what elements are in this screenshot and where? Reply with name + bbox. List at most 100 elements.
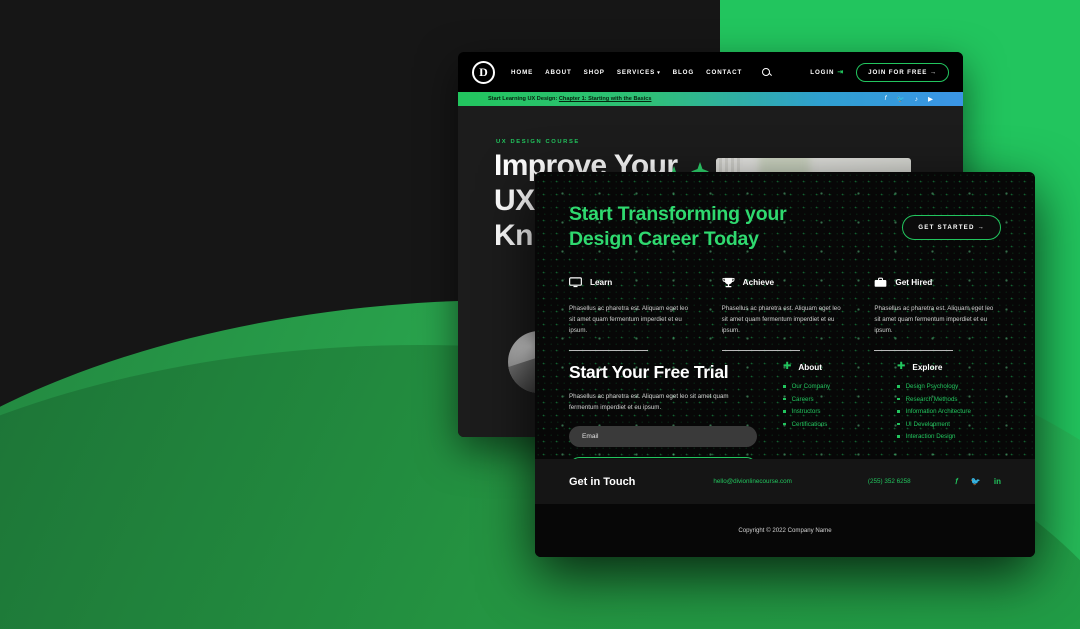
monitor-icon	[569, 277, 582, 288]
feature-achieve: Achieve Phasellus ac pharetra est. Aliqu…	[721, 277, 849, 351]
link-interaction-design[interactable]: Interaction Design	[906, 433, 956, 440]
list-item[interactable]: UI Development	[897, 421, 1001, 428]
bullet-icon	[783, 385, 786, 388]
bullet-icon	[897, 385, 900, 388]
website-preview-front: Start Transforming your Design Career To…	[535, 172, 1035, 557]
link-careers[interactable]: Careers	[792, 396, 814, 403]
bullet-icon	[783, 422, 786, 426]
link-column-about-list: Our Company Careers Instructors Certific…	[783, 383, 867, 428]
feature-achieve-body: Phasellus ac pharetra est. Aliquam eget …	[721, 305, 841, 334]
link-instructors[interactable]: Instructors	[792, 408, 821, 415]
link-design-psychology[interactable]: Design Psychology	[906, 383, 959, 390]
login-arrow-icon: ⇥	[837, 69, 845, 76]
list-item[interactable]: Research Methods	[897, 396, 1001, 403]
login-button[interactable]: LOGIN ⇥	[810, 68, 845, 77]
link-column-explore-title: Explore	[912, 362, 943, 372]
facebook-icon[interactable]: 𝑓	[955, 477, 958, 487]
announcement-social-links: 𝑓 🐦 ♪ ▶	[885, 95, 933, 103]
cta-section: Start Transforming your Design Career To…	[535, 202, 1035, 253]
nav-item-contact[interactable]: CONTACT	[706, 69, 742, 76]
main-navigation: HOME ABOUT SHOP SERVICES ▾ BLOG CONTACT	[511, 68, 771, 76]
contact-phone[interactable]: (255) 352 6258	[868, 478, 911, 485]
login-label: LOGIN	[810, 68, 835, 76]
announcement-prefix: Start Learning UX Design:	[488, 96, 559, 102]
tiktok-icon[interactable]: ♪	[915, 96, 918, 103]
feature-achieve-title: Achieve	[742, 278, 775, 287]
bullet-icon	[897, 435, 900, 438]
feature-achieve-divider	[721, 349, 801, 351]
bullet-icon	[897, 422, 900, 426]
list-item[interactable]: Interaction Design	[897, 433, 1001, 440]
feature-get-hired-title: Get Hired	[895, 278, 933, 287]
footer-social-links: 𝑓 🐦 in	[955, 477, 1001, 487]
feature-achieve-header: Achieve	[722, 277, 849, 288]
hero-eyebrow: UX DESIGN COURSE	[496, 139, 580, 145]
free-trial-title: Start Your Free Trial	[569, 362, 729, 382]
announcement-bar[interactable]: Start Learning UX Design: Chapter 1: Sta…	[458, 92, 963, 106]
link-our-company[interactable]: Our Company	[792, 383, 831, 390]
copyright-bar: Copyright © 2022 Company Name	[535, 504, 1035, 557]
link-certifications[interactable]: Certifications	[792, 421, 828, 428]
link-column-explore-list: Design Psychology Research Methods Infor…	[897, 383, 1001, 440]
bullet-icon	[783, 397, 786, 401]
feature-learn-divider	[569, 349, 648, 351]
site-navbar: D HOME ABOUT SHOP SERVICES ▾ BLOG CONTACT…	[458, 52, 963, 92]
linkedin-icon[interactable]: in	[994, 477, 1001, 486]
feature-learn-header: Learn	[569, 277, 696, 288]
nav-item-services[interactable]: SERVICES ▾	[617, 69, 661, 76]
nav-item-home[interactable]: HOME	[511, 69, 533, 76]
free-trial-subtitle: Phasellus ac pharetra est. Aliquam eget …	[569, 393, 729, 411]
get-started-button[interactable]: GET STARTED →	[902, 214, 1001, 240]
link-column-about-header: ✚ About	[783, 362, 867, 372]
feature-get-hired-header: Get Hired	[874, 277, 1001, 288]
feature-get-hired: Get Hired Phasellus ac pharetra est. Ali…	[874, 277, 1001, 351]
facebook-icon[interactable]: 𝑓	[885, 95, 887, 103]
chevron-down-icon: ▾	[657, 69, 661, 76]
feature-learn-body: Phasellus ac pharetra est. Aliquam eget …	[569, 305, 689, 334]
nav-item-shop[interactable]: SHOP	[584, 69, 605, 76]
navbar-actions: LOGIN ⇥ JOIN FOR FREE →	[810, 62, 949, 82]
features-row: Learn Phasellus ac pharetra est. Aliquam…	[569, 277, 1001, 351]
list-item[interactable]: Information Architecture	[897, 408, 1001, 415]
bullet-icon	[783, 410, 786, 413]
plus-icon: ✚	[897, 361, 906, 372]
email-input[interactable]	[569, 425, 757, 447]
divi-logo-icon[interactable]: D	[472, 60, 495, 84]
nav-item-services-label: SERVICES	[616, 68, 656, 76]
briefcase-icon	[874, 277, 887, 287]
feature-learn-title: Learn	[590, 278, 613, 287]
nav-item-about[interactable]: ABOUT	[545, 69, 572, 76]
bullet-icon	[897, 397, 900, 401]
list-item[interactable]: Instructors	[783, 408, 867, 415]
get-in-touch-bar: Get in Touch hello@divionlinecourse.com …	[535, 459, 1035, 504]
link-ui-development[interactable]: UI Development	[906, 421, 950, 428]
trophy-icon	[722, 277, 735, 288]
feature-learn: Learn Phasellus ac pharetra est. Aliquam…	[569, 277, 696, 351]
cta-title-line-1: Start Transforming your	[569, 203, 787, 225]
link-column-explore-header: ✚ Explore	[897, 362, 1001, 372]
join-for-free-button[interactable]: JOIN FOR FREE →	[856, 62, 949, 82]
announcement-link[interactable]: Chapter 1: Starting with the Basics	[559, 96, 652, 102]
cta-title: Start Transforming your Design Career To…	[569, 202, 787, 253]
get-in-touch-title: Get in Touch	[569, 475, 636, 488]
list-item[interactable]: Careers	[783, 396, 867, 403]
plus-icon: ✚	[783, 361, 792, 372]
nav-item-blog[interactable]: BLOG	[673, 69, 694, 76]
contact-email[interactable]: hello@divionlinecourse.com	[713, 478, 792, 485]
list-item[interactable]: Certifications	[783, 421, 867, 428]
twitter-icon[interactable]: 🐦	[971, 477, 981, 486]
cta-title-line-2: Design Career Today	[569, 228, 759, 251]
twitter-icon[interactable]: 🐦	[897, 95, 905, 103]
link-information-architecture[interactable]: Information Architecture	[906, 408, 971, 415]
feature-get-hired-body: Phasellus ac pharetra est. Aliquam eget …	[874, 305, 994, 334]
announcement-text: Start Learning UX Design: Chapter 1: Sta…	[488, 96, 652, 102]
bullet-icon	[897, 410, 900, 413]
youtube-icon[interactable]: ▶	[928, 95, 933, 103]
link-column-about-title: About	[798, 362, 823, 372]
list-item[interactable]: Our Company	[783, 383, 867, 390]
copyright-text: Copyright © 2022 Company Name	[738, 527, 832, 534]
link-research-methods[interactable]: Research Methods	[906, 396, 958, 403]
list-item[interactable]: Design Psychology	[897, 383, 1001, 390]
search-icon[interactable]	[762, 68, 771, 76]
feature-get-hired-divider	[874, 349, 953, 351]
